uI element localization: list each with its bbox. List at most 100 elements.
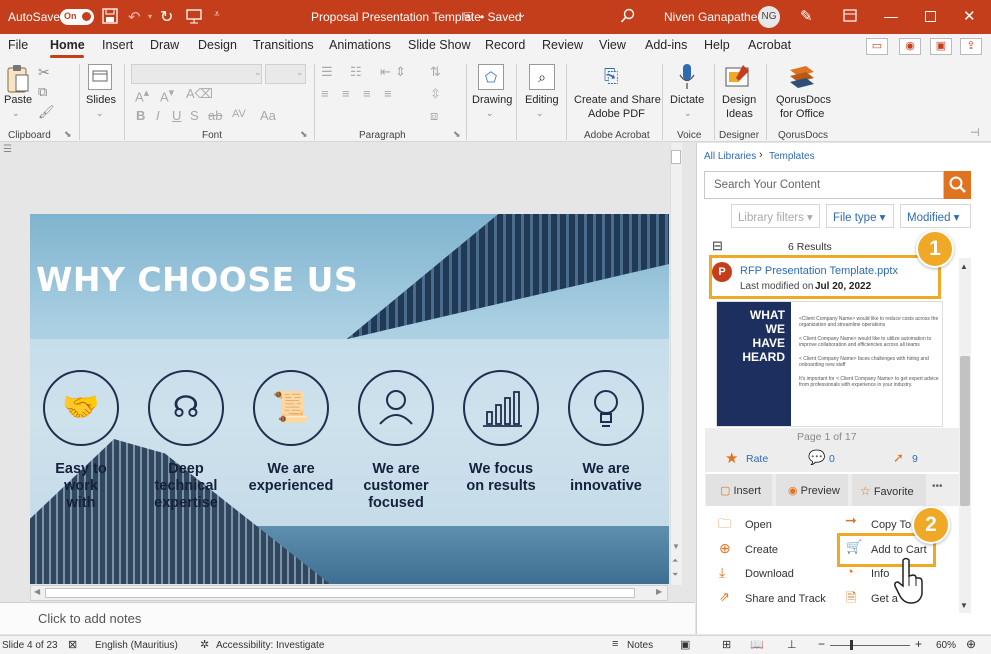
- strikethrough-icon[interactable]: ab: [208, 108, 222, 123]
- microphone-icon[interactable]: [678, 62, 696, 92]
- menu-copy-to[interactable]: Copy To: [871, 519, 911, 531]
- change-case-icon[interactable]: Aa: [260, 108, 276, 123]
- tab-draw[interactable]: Draw: [150, 38, 179, 52]
- font-launcher-icon[interactable]: ⬊: [300, 129, 308, 140]
- notes-icon[interactable]: ≡: [612, 638, 618, 650]
- tab-record[interactable]: Record: [485, 38, 525, 52]
- design-ideas-icon[interactable]: [725, 64, 753, 90]
- horizontal-scroll-thumb[interactable]: [45, 588, 635, 598]
- create-pdf-line2[interactable]: Adobe PDF: [588, 108, 645, 120]
- menu-share-and-track[interactable]: Share and Track: [745, 593, 826, 605]
- notes-button[interactable]: Notes: [627, 640, 653, 651]
- tab-acrobat[interactable]: Acrobat: [748, 38, 791, 52]
- comments-icon[interactable]: 💬: [808, 449, 825, 466]
- tab-home[interactable]: Home: [50, 38, 85, 52]
- justify-icon[interactable]: ≡: [384, 86, 392, 101]
- font-name-select[interactable]: [131, 64, 262, 84]
- smartart-icon[interactable]: ⧈: [430, 108, 438, 124]
- dictate-dropdown-icon[interactable]: ⌄: [684, 108, 692, 119]
- feature-we-are-experienced[interactable]: We are experienced: [236, 461, 346, 495]
- bold-icon[interactable]: B: [136, 108, 145, 123]
- qorusdocs-line2[interactable]: for Office: [780, 108, 824, 120]
- spelling-icon[interactable]: ⊠: [68, 638, 77, 651]
- star-filled-icon[interactable]: ★: [725, 449, 738, 467]
- design-ideas-line2[interactable]: Ideas: [726, 108, 753, 120]
- result-item[interactable]: P RFP Presentation Template.pptx Last mo…: [709, 255, 941, 299]
- drawing-button[interactable]: Drawing: [472, 94, 512, 106]
- tab-design[interactable]: Design: [198, 38, 237, 52]
- zoom-level[interactable]: 60%: [936, 640, 956, 651]
- tab-view[interactable]: View: [599, 38, 626, 52]
- qorusdocs-line1[interactable]: QorusDocs: [776, 94, 831, 106]
- close-icon[interactable]: ✕: [963, 7, 976, 25]
- dictate-button[interactable]: Dictate: [670, 94, 704, 106]
- search-icon[interactable]: [620, 8, 636, 24]
- slide-horizontal-scrollbar[interactable]: ◀ ▶: [30, 585, 668, 601]
- tab-add-ins[interactable]: Add-ins: [645, 38, 687, 52]
- numbering-icon[interactable]: ☷: [350, 64, 362, 80]
- clipboard-launcher-icon[interactable]: ⬊: [64, 129, 72, 140]
- notes-pane[interactable]: Click to add notes: [0, 602, 695, 634]
- line-spacing-icon[interactable]: ⇕: [395, 64, 406, 80]
- customize-toolbar-icon[interactable]: ⩡: [214, 9, 220, 20]
- tab-review[interactable]: Review: [542, 38, 583, 52]
- autosave-toggle[interactable]: On: [60, 9, 94, 25]
- view-toggle-icon[interactable]: ⊟: [712, 238, 723, 254]
- save-status[interactable]: • Saved: [480, 10, 522, 24]
- menu-download[interactable]: Download: [745, 568, 794, 580]
- drawing-icon[interactable]: ⬠: [478, 64, 504, 90]
- bullets-icon[interactable]: ☰: [321, 64, 333, 80]
- scroll-right-icon[interactable]: ▶: [656, 587, 662, 596]
- zoom-slider[interactable]: [830, 645, 910, 646]
- maximize-icon[interactable]: [925, 11, 936, 22]
- tab-transitions[interactable]: Transitions: [253, 38, 314, 52]
- paste-dropdown-icon[interactable]: ⌄: [12, 108, 20, 119]
- tab-insert[interactable]: Insert: [102, 38, 133, 52]
- record-icon[interactable]: ◉: [899, 38, 921, 55]
- text-direction-icon[interactable]: ⇅: [430, 64, 441, 80]
- text-shadow-icon[interactable]: S: [190, 108, 199, 123]
- drawing-dropdown-icon[interactable]: ⌄: [486, 108, 494, 119]
- align-text-icon[interactable]: ⇳: [430, 86, 441, 102]
- slide-vertical-scrollbar[interactable]: [670, 143, 682, 585]
- notes-placeholder[interactable]: Click to add notes: [38, 611, 141, 626]
- modified-dropdown[interactable]: Modified ▾: [900, 204, 971, 228]
- paste-button[interactable]: Paste: [4, 94, 32, 106]
- decrease-indent-icon[interactable]: ⇤: [380, 64, 391, 80]
- decrease-font-icon[interactable]: A▾: [160, 86, 174, 104]
- new-slide-icon[interactable]: [88, 64, 112, 90]
- editing-button[interactable]: Editing: [525, 94, 559, 106]
- find-icon[interactable]: ⌕: [529, 64, 555, 90]
- menu-info[interactable]: Info: [871, 568, 889, 580]
- preview-button[interactable]: ◉ Preview: [776, 474, 848, 506]
- paste-icon[interactable]: [6, 64, 30, 94]
- chevron-down-icon[interactable]: ⌄: [518, 9, 526, 20]
- undo-icon[interactable]: ↶: [128, 8, 141, 26]
- document-title[interactable]: Proposal Presentation Template: [311, 10, 481, 24]
- accessibility-icon[interactable]: ✲: [200, 638, 209, 651]
- comments-count[interactable]: 0: [829, 453, 835, 465]
- menu-add-to-cart[interactable]: Add to Cart: [871, 544, 927, 556]
- minimize-icon[interactable]: —: [884, 8, 898, 24]
- slides-button[interactable]: Slides: [86, 94, 116, 106]
- feature-deep-technical-expertise[interactable]: Deep technical expertise: [131, 461, 241, 512]
- clear-format-icon[interactable]: A⌫: [186, 86, 213, 102]
- align-right-icon[interactable]: ≡: [363, 86, 371, 101]
- file-type-dropdown[interactable]: File type ▾: [826, 204, 894, 228]
- chevron-down-icon[interactable]: ⌄: [254, 67, 262, 78]
- save-icon[interactable]: [102, 8, 118, 24]
- fit-to-window-icon[interactable]: ⊕: [966, 637, 976, 651]
- slide-sorter-icon[interactable]: ⊞: [722, 638, 731, 651]
- present-teams-icon[interactable]: ▣: [930, 38, 952, 55]
- chevron-down-icon[interactable]: ⌄: [296, 67, 304, 78]
- scroll-down-icon[interactable]: ▼: [672, 542, 680, 551]
- zoom-slider-thumb[interactable]: [850, 640, 853, 650]
- user-name[interactable]: Niven Ganapathee: [664, 10, 764, 24]
- scroll-left-icon[interactable]: ◀: [34, 587, 40, 596]
- ribbon-display-icon[interactable]: [843, 9, 857, 23]
- slide-info[interactable]: Slide 4 of 23: [2, 640, 58, 651]
- feature-easy-to-work-with[interactable]: Easy to work with: [30, 461, 136, 512]
- result-file-name[interactable]: RFP Presentation Template.pptx: [740, 265, 898, 277]
- library-filters-dropdown[interactable]: Library filters ▾: [731, 204, 820, 228]
- insert-button[interactable]: ▢ Insert: [706, 474, 772, 506]
